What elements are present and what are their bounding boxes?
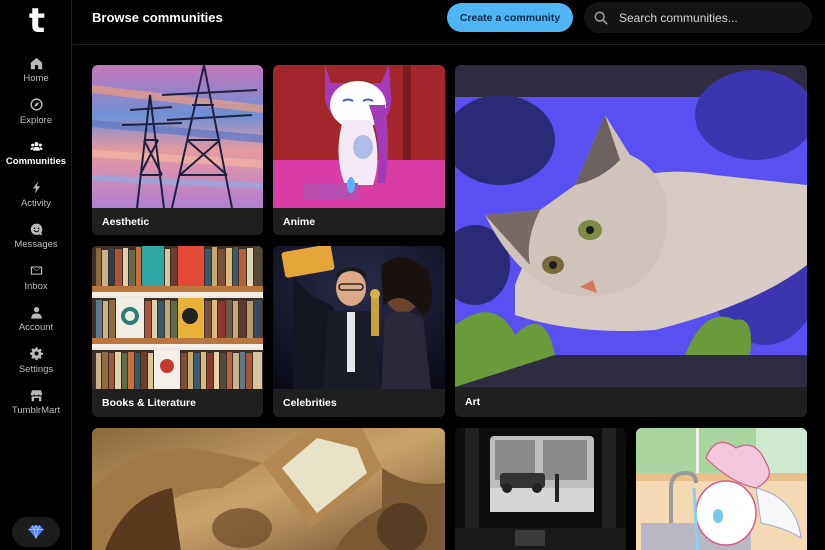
sidebar-item-messages[interactable]: Messages <box>0 222 72 264</box>
create-community-button[interactable]: Create a community <box>447 3 573 32</box>
community-card-film[interactable] <box>455 428 626 550</box>
sidebar-item-label: Account <box>18 322 54 333</box>
card-caption: Books & Literature <box>92 389 263 417</box>
sidebar-item-label: Explore <box>19 114 53 126</box>
card-caption: Celebrities <box>273 389 445 417</box>
people-icon <box>29 139 43 153</box>
search-icon <box>594 11 608 24</box>
compass-icon <box>29 98 43 112</box>
sidebar-item-home[interactable]: Home <box>0 56 72 98</box>
sidebar-item-label: TumblrMart <box>11 405 61 416</box>
community-card-aesthetic[interactable]: Aesthetic <box>92 65 263 235</box>
community-name: Books & Literature <box>102 397 196 409</box>
page-header: Browse communities Create a community <box>73 0 825 45</box>
premium-button[interactable] <box>12 517 60 547</box>
celebrities-image <box>273 246 445 389</box>
sidebar-item-label: Activity <box>20 197 52 209</box>
community-card-art[interactable]: Art <box>455 65 807 417</box>
art-image <box>455 65 807 387</box>
community-card-pokemon[interactable] <box>636 428 807 550</box>
sidebar: t Home Explore Communities Activity Mess… <box>0 0 72 550</box>
sidebar-item-label: Home <box>23 73 49 84</box>
sidebar-item-account[interactable]: Account <box>0 305 72 347</box>
baroque-ceiling-image <box>92 428 445 550</box>
anime-image <box>273 65 445 208</box>
sidebar-item-label: Inbox <box>24 280 48 292</box>
person-icon <box>29 305 43 319</box>
sidebar-item-tumblrmart[interactable]: TumblrMart <box>0 388 72 430</box>
sidebar-item-settings[interactable]: Settings <box>0 347 72 389</box>
community-card-anime[interactable]: Anime <box>273 65 445 235</box>
storefront-icon <box>29 388 43 402</box>
aesthetic-image <box>92 65 263 208</box>
sidebar-item-activity[interactable]: Activity <box>0 181 72 223</box>
search-input[interactable] <box>619 10 809 25</box>
search-bar[interactable] <box>584 2 812 33</box>
sidebar-item-label: Messages <box>14 239 58 250</box>
gear-icon <box>29 347 43 361</box>
smiley-chat-icon <box>29 222 43 236</box>
lightning-icon <box>29 181 43 195</box>
community-card-books-literature[interactable]: Books & Literature <box>92 246 263 417</box>
card-caption: Art <box>455 387 807 417</box>
sidebar-item-label: Communities <box>5 156 67 167</box>
community-card-architecture[interactable] <box>92 428 445 550</box>
tumblr-logo[interactable]: t <box>24 4 50 38</box>
card-caption: Anime <box>273 208 445 235</box>
card-caption: Aesthetic <box>92 208 263 235</box>
community-name: Anime <box>283 215 316 228</box>
sidebar-item-communities[interactable]: Communities <box>0 139 72 181</box>
sidebar-item-label: Settings <box>18 363 54 375</box>
books-image <box>92 246 263 389</box>
community-name: Art <box>465 396 481 408</box>
cartoon-creature-image <box>636 428 807 550</box>
sidebar-item-explore[interactable]: Explore <box>0 98 72 140</box>
silent-film-image <box>455 428 626 550</box>
home-icon <box>29 56 43 70</box>
sidebar-nav: Home Explore Communities Activity Messag… <box>0 56 72 430</box>
community-name: Aesthetic <box>102 215 150 228</box>
diamond-icon <box>28 525 44 539</box>
community-card-celebrities[interactable]: Celebrities <box>273 246 445 417</box>
envelope-icon <box>29 264 43 278</box>
sidebar-item-inbox[interactable]: Inbox <box>0 264 72 306</box>
page-title: Browse communities <box>92 10 223 25</box>
community-name: Celebrities <box>283 397 337 409</box>
